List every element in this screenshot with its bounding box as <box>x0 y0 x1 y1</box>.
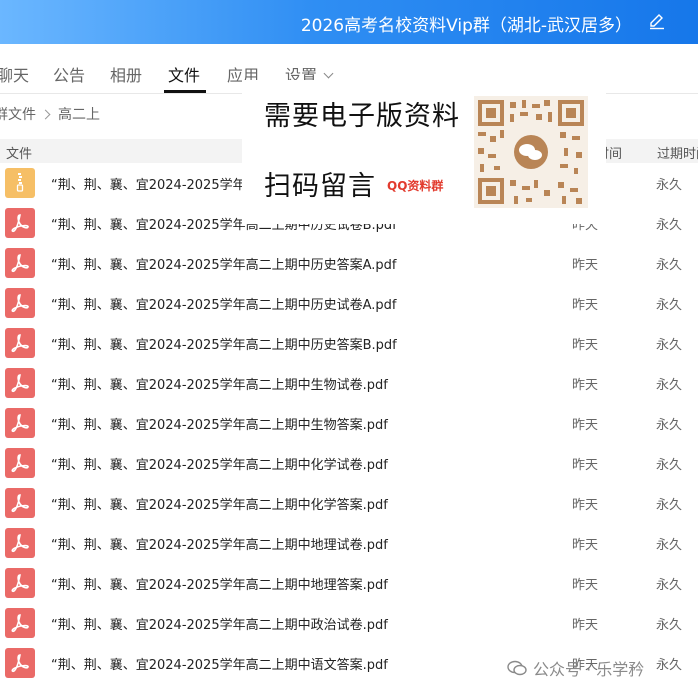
edit-icon[interactable] <box>648 12 666 30</box>
file-time: 昨天 <box>572 458 599 473</box>
file-expire: 永久 <box>656 578 683 593</box>
file-row[interactable]: “荆、荆、襄、宜2024-2025学年高二上期中历史试卷A.pdf 昨天 永久 <box>0 283 698 323</box>
pdf-file-icon <box>5 528 35 558</box>
file-time: 昨天 <box>572 578 599 593</box>
file-time: 昨天 <box>572 258 599 273</box>
pdf-file-icon <box>5 488 35 518</box>
file-time: 昨天 <box>572 378 599 393</box>
file-row[interactable]: “荆、荆、襄、宜2024-2025学年高二上期中化学答案.pdf 昨天 永久 <box>0 483 698 523</box>
chevron-right-icon <box>40 109 51 119</box>
pdf-file-icon <box>5 288 35 318</box>
file-expire: 永久 <box>656 458 683 473</box>
file-row[interactable]: “荆、荆、襄、宜2024-2025学年高二上期中生物答案.pdf 昨天 永久 <box>0 403 698 443</box>
pdf-file-icon <box>5 328 35 358</box>
file-expire: 永久 <box>656 218 683 233</box>
file-name: “荆、荆、襄、宜2024-2025学年高二上期中历史试卷A.pdf <box>51 298 397 313</box>
file-expire: 永久 <box>656 378 683 393</box>
pdf-file-icon <box>5 248 35 278</box>
tab-files[interactable]: 文件 <box>168 62 200 86</box>
file-expire: 永久 <box>656 178 683 193</box>
file-time: 昨天 <box>572 498 599 513</box>
file-expire: 永久 <box>656 338 683 353</box>
file-row[interactable]: “荆、荆、襄、宜2024-2025学年高二上期中地理答案.pdf 昨天 永久 <box>0 563 698 603</box>
zip-file-icon <box>5 168 35 198</box>
promo-tag: QQ资料群 <box>387 179 444 193</box>
file-row[interactable]: “荆、荆、襄、宜2024-2025学年高二上期中历史答案A.pdf 昨天 永久 <box>0 243 698 283</box>
breadcrumb: 群文件 高二上 <box>0 104 100 128</box>
promo-subline: 扫码留言 <box>264 171 376 202</box>
pdf-file-icon <box>5 368 35 398</box>
file-expire: 永久 <box>656 298 683 313</box>
file-expire: 永久 <box>656 498 683 513</box>
file-time: 昨天 <box>572 538 599 553</box>
file-expire: 永久 <box>656 618 683 633</box>
file-name: “荆、荆、襄、宜2024-2025学年高二上期中生物试卷.pdf <box>51 378 388 393</box>
promo-overlay: 需要电子版资料 扫码留言 QQ资料群 <box>242 80 606 224</box>
file-name: “荆、荆、襄、宜2024-2025学年高二上期中历史答案B.pdf <box>51 338 397 353</box>
file-name: “荆、荆、襄、宜2024-2025学年高二上期中政治试卷.pdf <box>51 618 388 633</box>
file-name: “荆、荆、襄、宜2024-2025学年高二上期中化学答案.pdf <box>51 498 388 513</box>
file-row[interactable]: “荆、荆、襄、宜2024-2025学年高二上期中历史答案B.pdf 昨天 永久 <box>0 323 698 363</box>
file-row[interactable]: “荆、荆、襄、宜2024-2025学年高二上期中地理试卷.pdf 昨天 永久 <box>0 523 698 563</box>
pdf-file-icon <box>5 408 35 438</box>
active-tab-indicator <box>164 90 206 93</box>
file-name: “荆、荆、襄、宜2024-2025学年高二上期中化学试卷.pdf <box>51 458 388 473</box>
breadcrumb-root[interactable]: 群文件 <box>0 107 36 123</box>
file-name: “荆、荆、襄、宜2024-2025学年高二上期中历史答案A.pdf <box>51 258 397 273</box>
pdf-file-icon <box>5 568 35 598</box>
chevron-down-icon <box>323 68 334 79</box>
pdf-file-icon <box>5 208 35 238</box>
column-header-expire[interactable]: 过期时间 <box>657 143 698 162</box>
watermark-text: 公众号 · 乐学矜 <box>533 660 645 679</box>
file-expire: 永久 <box>656 658 683 673</box>
title-bar: 2026高考名校资料Vip群（湖北-武汉居多） <box>0 0 698 44</box>
file-name: “荆、荆、襄、宜2024-2025学年高二上期中语文答案.pdf <box>51 658 388 673</box>
file-time: 昨天 <box>572 298 599 313</box>
file-expire: 永久 <box>656 418 683 433</box>
qr-code-icon[interactable] <box>474 96 588 208</box>
tab-album[interactable]: 相册 <box>110 62 142 86</box>
file-name: “荆、荆、襄、宜2024-2025学年高二上期中地理试卷.pdf <box>51 538 388 553</box>
pdf-file-icon <box>5 648 35 678</box>
file-row[interactable]: “荆、荆、襄、宜2024-2025学年高二上期中生物试卷.pdf 昨天 永久 <box>0 363 698 403</box>
promo-headline: 需要电子版资料 <box>264 101 460 132</box>
file-name: “荆、荆、襄、宜2024-2025学年高二 <box>51 178 272 193</box>
watermark: 公众号 · 乐学矜 <box>507 656 644 680</box>
file-expire: 永久 <box>656 258 683 273</box>
tab-announcement[interactable]: 公告 <box>53 62 85 86</box>
file-name: “荆、荆、襄、宜2024-2025学年高二上期中生物答案.pdf <box>51 418 388 433</box>
file-row[interactable]: “荆、荆、襄、宜2024-2025学年高二上期中化学试卷.pdf 昨天 永久 <box>0 443 698 483</box>
breadcrumb-current: 高二上 <box>58 107 100 123</box>
pdf-file-icon <box>5 608 35 638</box>
wechat-icon <box>507 660 527 676</box>
file-time: 昨天 <box>572 338 599 353</box>
file-time: 昨天 <box>572 418 599 433</box>
tab-chat[interactable]: 聊天 <box>0 62 29 86</box>
group-title: 2026高考名校资料Vip群（湖北-武汉居多） <box>300 16 632 36</box>
file-expire: 永久 <box>656 538 683 553</box>
column-header-name[interactable]: 文件 <box>6 143 32 162</box>
pdf-file-icon <box>5 448 35 478</box>
file-row[interactable]: “荆、荆、襄、宜2024-2025学年高二上期中政治试卷.pdf 昨天 永久 <box>0 603 698 643</box>
file-name: “荆、荆、襄、宜2024-2025学年高二上期中地理答案.pdf <box>51 578 388 593</box>
file-time: 昨天 <box>572 618 599 633</box>
